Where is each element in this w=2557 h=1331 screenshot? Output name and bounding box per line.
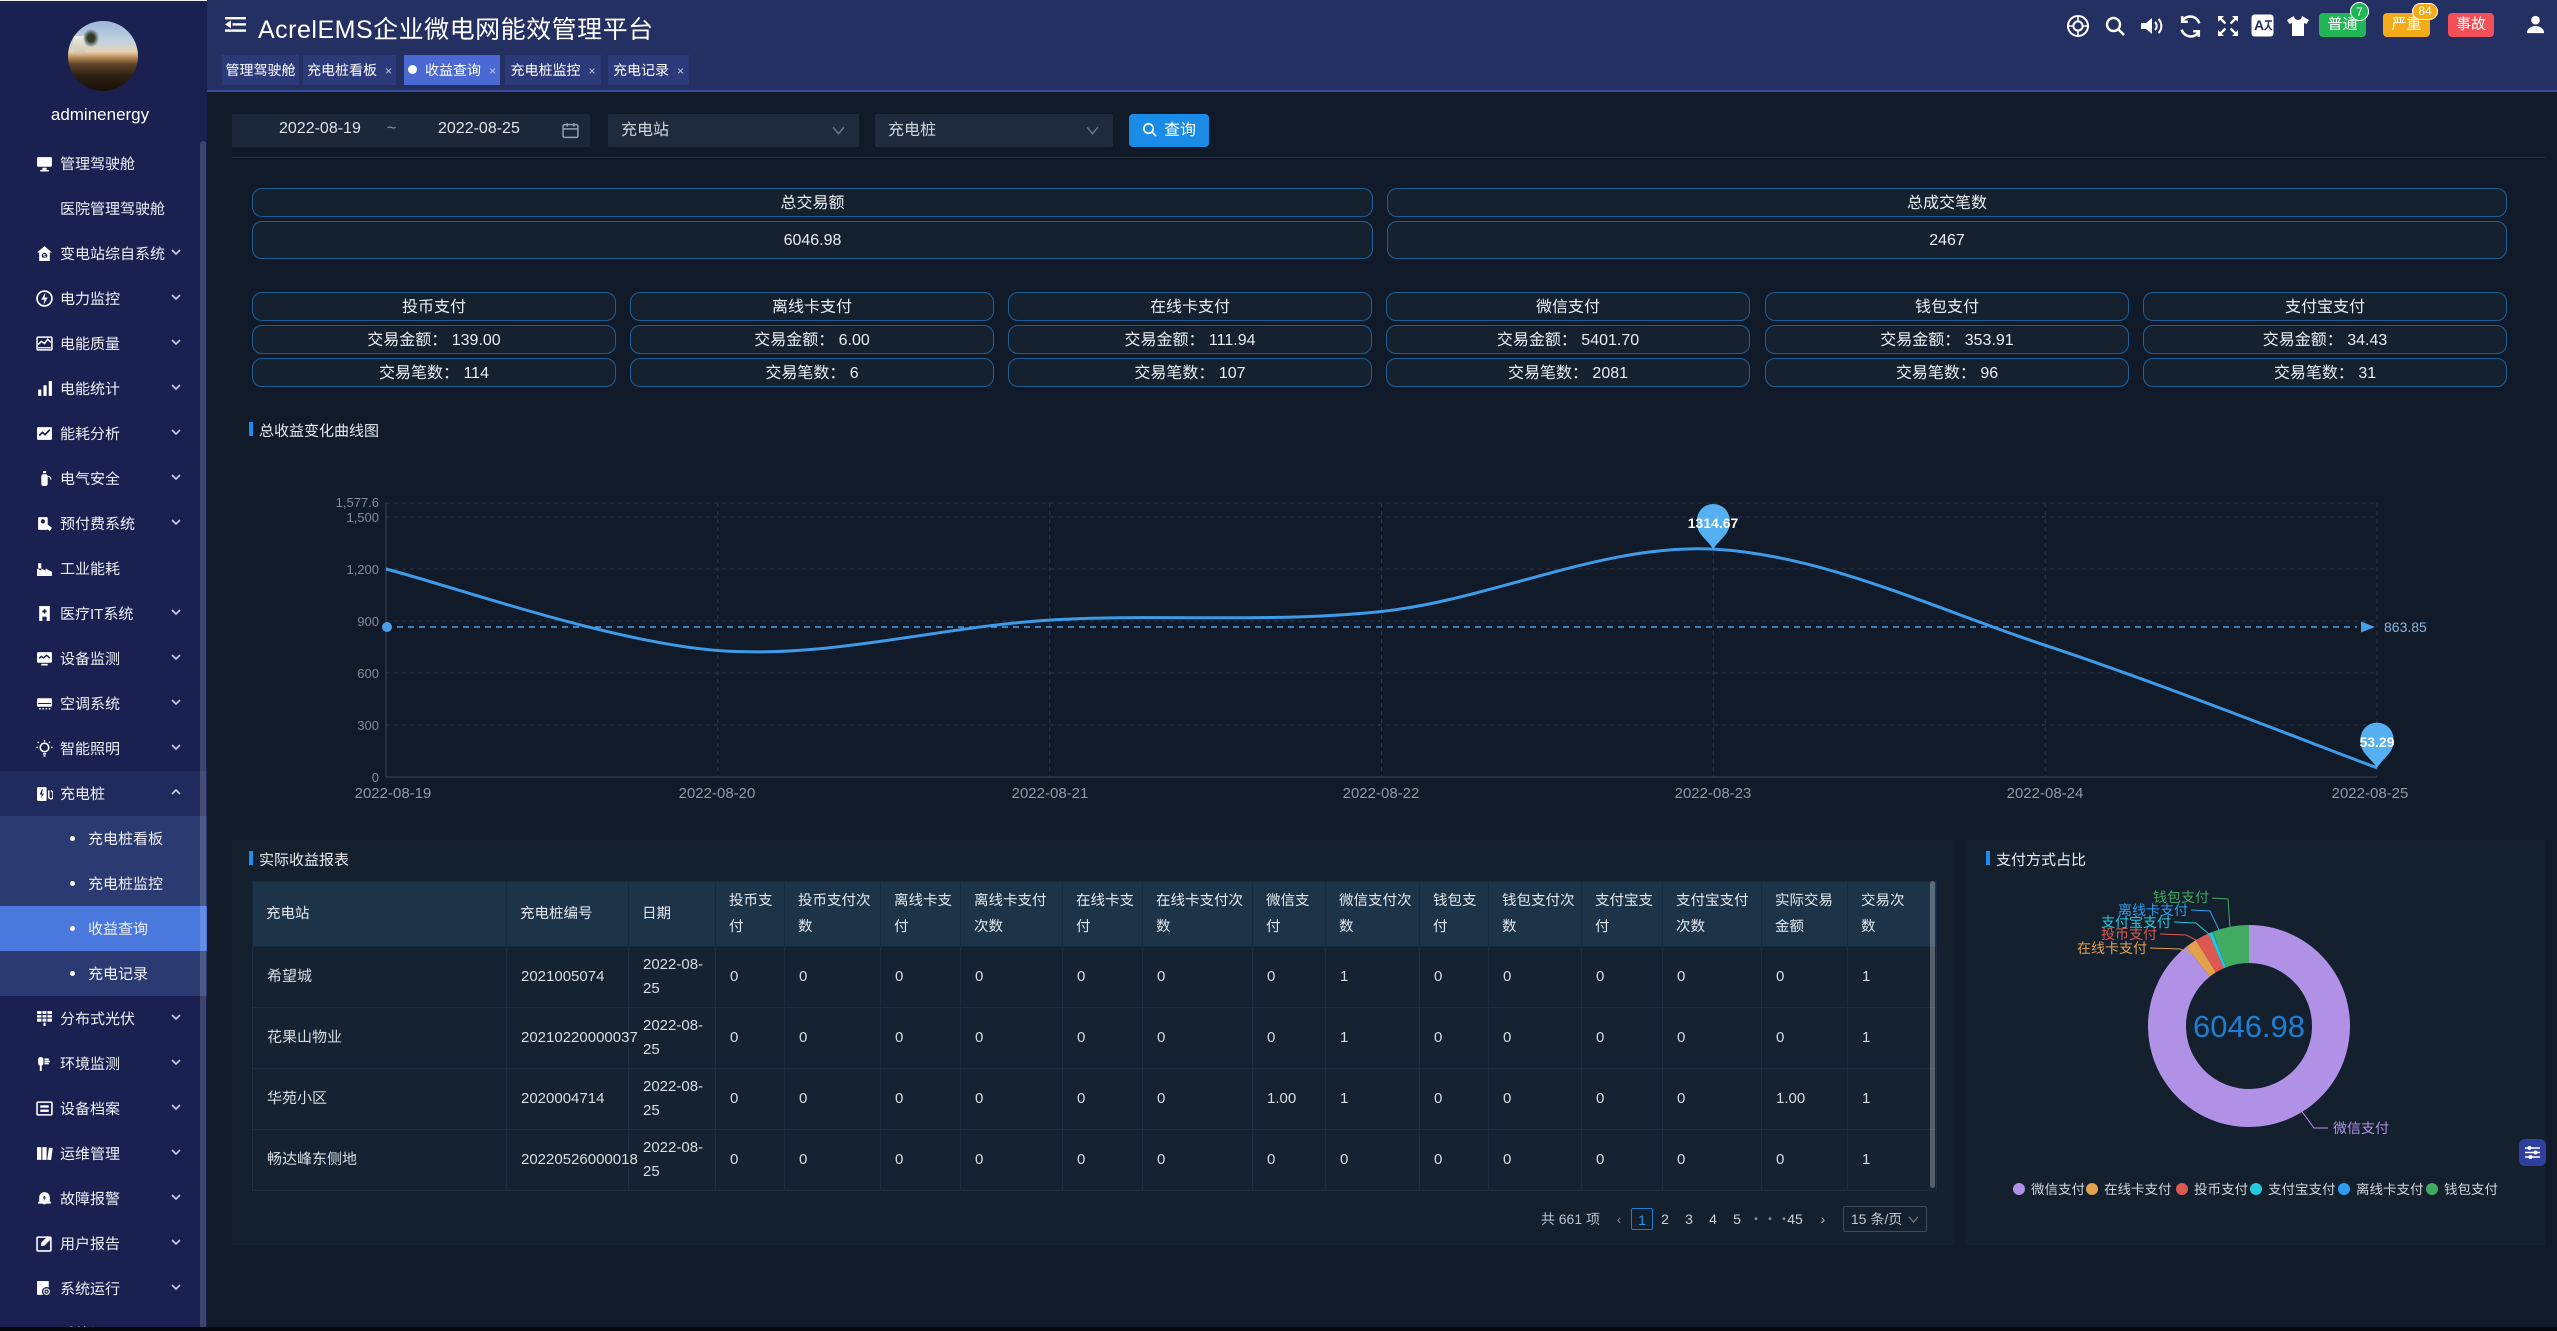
svg-text:支付宝支付: 支付宝支付 [2268, 1182, 2336, 1197]
svg-text:2022-08-22: 2022-08-22 [1343, 785, 1420, 802]
svg-text:2022-08-23: 2022-08-23 [1675, 785, 1752, 802]
svg-text:1314.67: 1314.67 [1688, 515, 1739, 531]
svg-text:6046.98: 6046.98 [2193, 1009, 2305, 1044]
svg-text:53.29: 53.29 [2359, 734, 2394, 750]
svg-text:A: A [2254, 17, 2264, 33]
svg-text:2022-08-24: 2022-08-24 [2007, 785, 2084, 802]
svg-text:0: 0 [372, 770, 379, 785]
svg-text:863.85: 863.85 [2384, 619, 2427, 635]
svg-text:微信支付: 微信支付 [2031, 1182, 2085, 1197]
svg-text:1,200: 1,200 [346, 562, 379, 577]
svg-text:微信支付: 微信支付 [2333, 1120, 2389, 1136]
svg-text:2022-08-25: 2022-08-25 [2332, 785, 2409, 802]
svg-text:$: $ [43, 253, 47, 260]
svg-text:900: 900 [357, 614, 379, 629]
svg-text:1,577.6: 1,577.6 [336, 495, 379, 510]
svg-text:2022-08-21: 2022-08-21 [1012, 785, 1089, 802]
svg-text:在线卡支付: 在线卡支付 [2104, 1182, 2172, 1197]
svg-text:600: 600 [357, 666, 379, 681]
svg-text:2022-08-19: 2022-08-19 [355, 785, 432, 802]
svg-text:离线卡支付: 离线卡支付 [2356, 1182, 2424, 1197]
svg-text:2022-08-20: 2022-08-20 [679, 785, 756, 802]
svg-text:投币支付: 投币支付 [2194, 1182, 2248, 1197]
svg-text:在线卡支付: 在线卡支付 [2077, 940, 2147, 956]
svg-text:300: 300 [357, 718, 379, 733]
svg-text:钱包支付: 钱包支付 [2444, 1182, 2498, 1197]
svg-text:1,500: 1,500 [346, 510, 379, 525]
